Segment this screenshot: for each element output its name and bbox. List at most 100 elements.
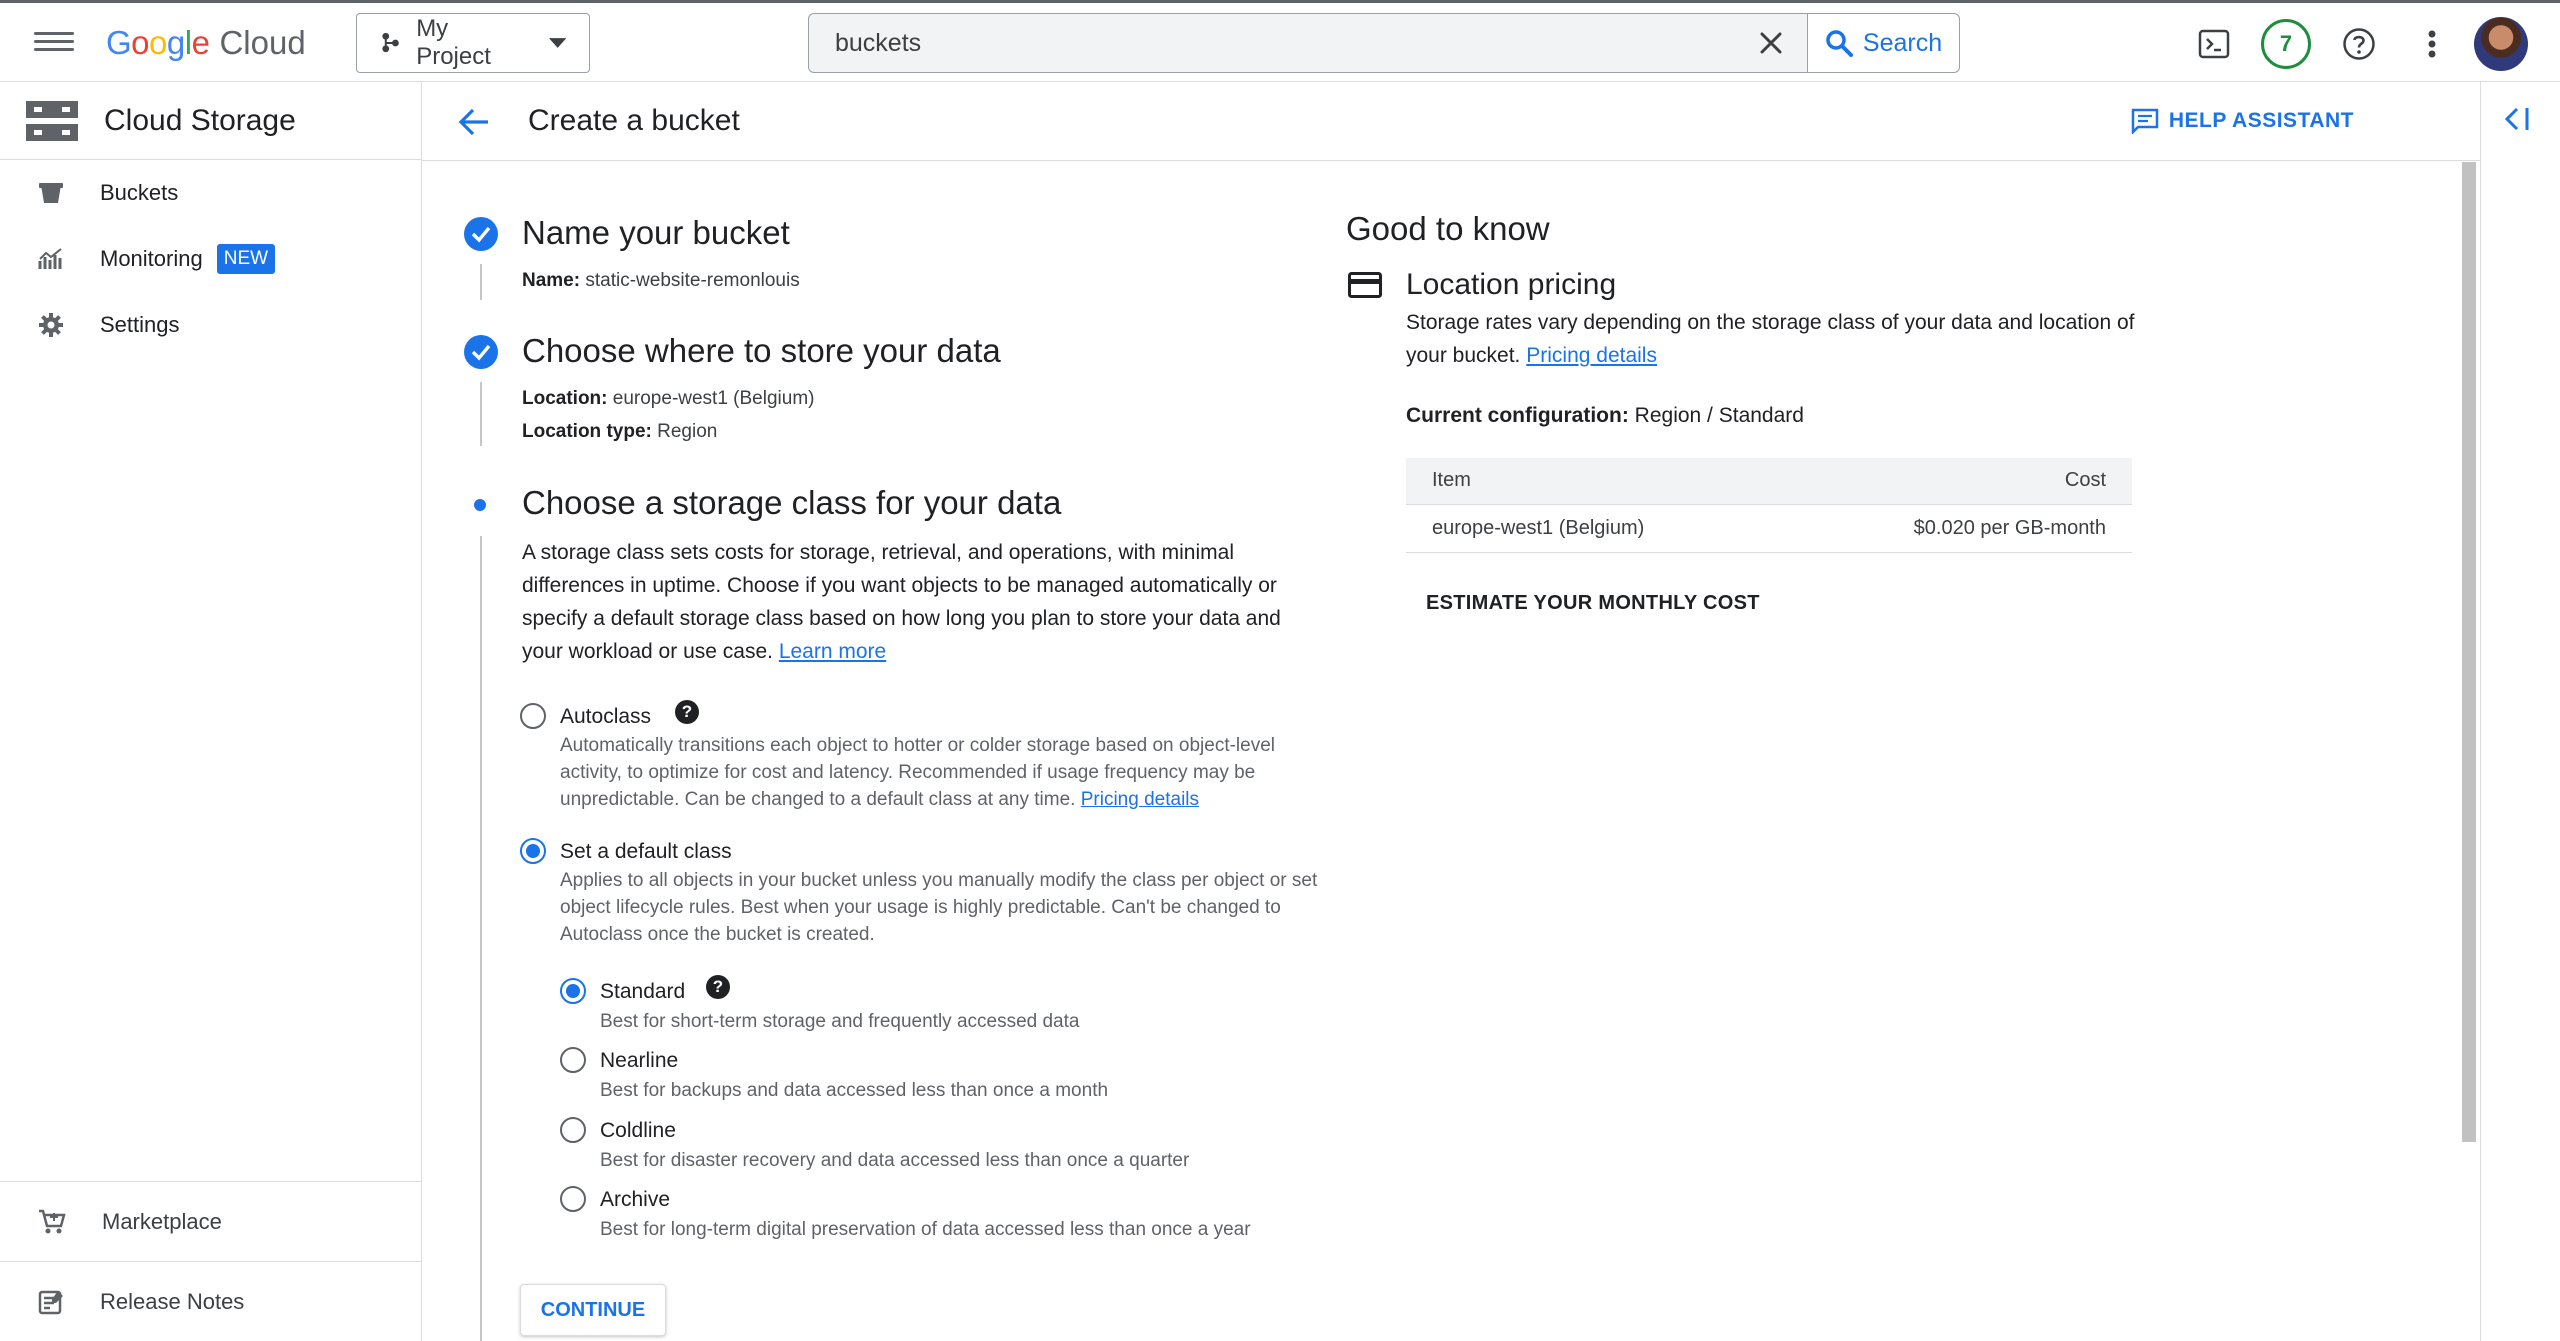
search-bar: Search xyxy=(808,13,1960,73)
location-label: Location: xyxy=(522,388,608,409)
nearline-radio[interactable] xyxy=(560,1047,586,1073)
sidebar-item-marketplace[interactable]: Marketplace xyxy=(0,1181,421,1261)
step3-title: Choose a storage class for your data xyxy=(522,484,1062,521)
current-configuration: Current configuration: Region / Standard xyxy=(1406,404,1804,428)
hamburger-menu-icon[interactable] xyxy=(34,27,74,61)
page-title: Create a bucket xyxy=(528,104,740,137)
step2-title[interactable]: Choose where to store your data xyxy=(522,332,1001,370)
collapse-panel-icon[interactable] xyxy=(2503,106,2539,138)
location-pricing-description: Storage rates vary depending on the stor… xyxy=(1406,306,2136,372)
product-title: Cloud Storage xyxy=(104,103,296,137)
logo-letter: o xyxy=(131,24,150,61)
config-value: Region / Standard xyxy=(1634,404,1804,427)
location-summary: Location: europe-west1 (Belgium) xyxy=(522,388,814,410)
name-value: static-website-remonlouis xyxy=(585,270,800,291)
autoclass-radio[interactable] xyxy=(520,703,546,729)
more-options-icon[interactable] xyxy=(2405,17,2459,71)
good-to-know-title: Good to know xyxy=(1346,210,1550,247)
bucket-name-summary: Name: static-website-remonlouis xyxy=(522,270,800,292)
name-label: Name: xyxy=(522,270,581,291)
step-connector xyxy=(480,382,482,446)
logo-letter: l xyxy=(184,24,192,61)
sidebar-item-label: Settings xyxy=(100,312,180,337)
logo-cloud-text: Cloud xyxy=(219,24,306,61)
google-cloud-logo[interactable]: Google Cloud xyxy=(106,21,306,65)
right-panel-rail xyxy=(2480,82,2560,1341)
sidebar-item-buckets[interactable]: Buckets xyxy=(0,160,421,226)
nearline-description: Best for backups and data accessed less … xyxy=(600,1080,1109,1101)
sidebar-item-label: Marketplace xyxy=(102,1208,222,1234)
archive-label[interactable]: Archive xyxy=(600,1188,670,1212)
pricing-description-text: Storage rates vary depending on the stor… xyxy=(1406,311,2135,367)
standard-help-icon[interactable]: ? xyxy=(706,975,730,999)
autoclass-pricing-link[interactable]: Pricing details xyxy=(1081,789,1199,810)
step-complete-check-icon xyxy=(464,335,498,369)
new-badge: NEW xyxy=(216,244,276,274)
pricing-details-link[interactable]: Pricing details xyxy=(1526,344,1657,367)
current-step-indicator xyxy=(474,499,486,511)
default-class-label[interactable]: Set a default class xyxy=(560,840,732,864)
table-row: europe-west1 (Belgium) $0.020 per GB-mon… xyxy=(1406,504,2132,553)
step1-title[interactable]: Name your bucket xyxy=(522,214,790,252)
column-header-item: Item xyxy=(1406,458,1784,505)
search-icon xyxy=(1826,30,1853,57)
clear-search-icon[interactable] xyxy=(1735,14,1807,72)
description-text: A storage class sets costs for storage, … xyxy=(522,541,1281,663)
cloud-shell-icon[interactable] xyxy=(2187,17,2241,71)
location-type-value: Region xyxy=(657,421,718,442)
back-arrow-icon[interactable] xyxy=(452,102,496,142)
avatar xyxy=(2474,17,2528,71)
left-navigation: Cloud Storage Buckets Monitoring NEW Set… xyxy=(0,82,422,1341)
help-icon[interactable] xyxy=(2332,17,2386,71)
notification-count: 7 xyxy=(2261,19,2311,69)
notifications-button[interactable]: 7 xyxy=(2259,17,2313,71)
standard-label[interactable]: Standard xyxy=(600,980,685,1004)
location-value: europe-west1 (Belgium) xyxy=(612,388,815,409)
bucket-icon xyxy=(39,183,63,203)
search-input[interactable] xyxy=(809,14,1735,72)
sidebar-item-release-notes[interactable]: Release Notes xyxy=(0,1261,421,1341)
location-type-summary: Location type: Region xyxy=(522,421,717,443)
location-pricing-title: Location pricing xyxy=(1406,268,1617,301)
help-assistant-label: HELP ASSISTANT xyxy=(2168,109,2354,132)
coldline-radio[interactable] xyxy=(560,1117,586,1143)
cart-icon xyxy=(39,1209,66,1233)
nearline-label[interactable]: Nearline xyxy=(600,1049,678,1073)
continue-button[interactable]: CONTINUE xyxy=(520,1284,666,1336)
coldline-description: Best for disaster recovery and data acce… xyxy=(600,1150,1190,1171)
table-header-row: Item Cost xyxy=(1406,458,2132,505)
table-cell-item: europe-west1 (Belgium) xyxy=(1406,504,1784,553)
learn-more-link[interactable]: Learn more xyxy=(779,640,886,663)
release-notes-icon xyxy=(38,1290,63,1314)
account-avatar[interactable] xyxy=(2474,17,2528,71)
sidebar-item-monitoring[interactable]: Monitoring NEW xyxy=(0,226,421,292)
coldline-label[interactable]: Coldline xyxy=(600,1119,676,1143)
sidebar-item-settings[interactable]: Settings xyxy=(0,292,421,358)
logo-letter: o xyxy=(149,24,167,61)
sidebar-item-label: Monitoring xyxy=(100,246,203,271)
nav-header: Cloud Storage xyxy=(0,82,421,160)
step-complete-check-icon xyxy=(464,217,498,251)
chat-icon xyxy=(2131,108,2159,134)
sidebar-item-label: Buckets xyxy=(100,180,179,205)
column-header-cost: Cost xyxy=(1783,458,2132,505)
logo-letter: G xyxy=(106,24,132,61)
estimate-monthly-cost-button[interactable]: ESTIMATE YOUR MONTHLY COST xyxy=(1426,592,1760,615)
archive-radio[interactable] xyxy=(560,1186,586,1212)
storage-class-description: A storage class sets costs for storage, … xyxy=(522,536,1312,668)
autoclass-description: Automatically transitions each object to… xyxy=(560,732,1320,813)
monitoring-icon xyxy=(38,248,62,269)
archive-description: Best for long-term digital preservation … xyxy=(600,1219,1251,1240)
project-picker-button[interactable]: My Project xyxy=(356,13,590,73)
help-assistant-button[interactable]: HELP ASSISTANT xyxy=(2131,108,2354,134)
autoclass-label[interactable]: Autoclass xyxy=(560,705,651,729)
autoclass-help-icon[interactable]: ? xyxy=(675,700,699,724)
dropdown-arrow-icon xyxy=(548,38,567,48)
search-button[interactable]: Search xyxy=(1807,14,1959,72)
page-header: Create a bucket HELP ASSISTANT xyxy=(422,82,2480,161)
standard-radio[interactable] xyxy=(560,978,586,1004)
vertical-scrollbar[interactable] xyxy=(2462,162,2476,1142)
default-class-radio[interactable] xyxy=(520,838,546,864)
config-label: Current configuration: xyxy=(1406,404,1629,427)
credit-card-icon xyxy=(1348,272,1382,298)
